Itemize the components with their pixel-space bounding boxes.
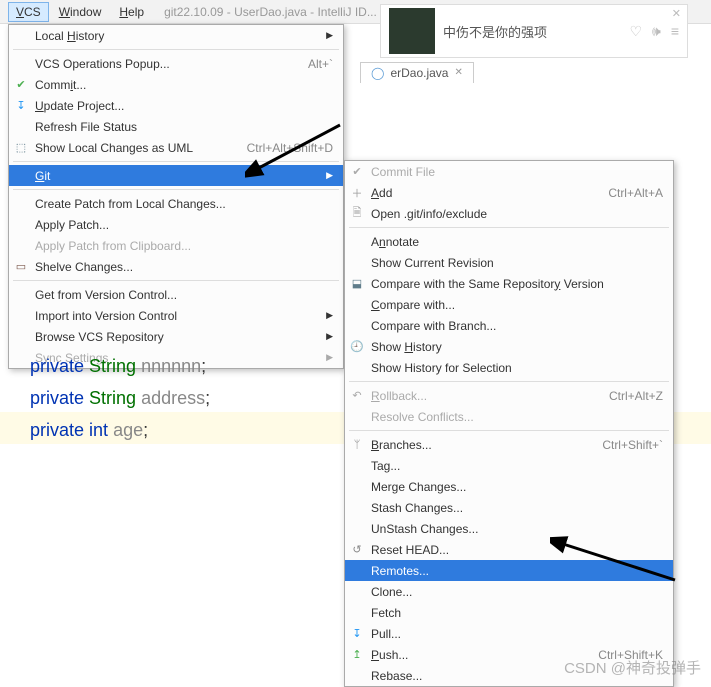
reset-icon: ↺ (349, 543, 365, 556)
separator (13, 161, 339, 162)
like-icon[interactable]: ♡ (629, 23, 642, 40)
menu-add[interactable]: ＋AddAddCtrl+Alt+A (345, 182, 673, 203)
menu-clone[interactable]: Clone... (345, 581, 673, 602)
tab-userdao[interactable]: ◯ erDao.java ✕ (360, 62, 474, 83)
check-icon: ✔ (349, 165, 365, 178)
close-tab-icon[interactable]: ✕ (454, 67, 462, 78)
menu-vcs[interactable]: VVCSCS (8, 2, 49, 22)
menu-show-uml[interactable]: ⬚Show Local Changes as UMLCtrl+Alt+Shift… (9, 137, 343, 158)
java-file-icon: ◯ (371, 66, 384, 80)
volume-icon[interactable]: 🕪 (652, 23, 661, 40)
submenu-arrow-icon: ▶ (302, 170, 333, 181)
clock-icon: 🕘 (349, 340, 365, 353)
menu-shelve[interactable]: ▭Shelve Changes... (9, 256, 343, 277)
window-title: git22.10.09 - UserDao.java - IntelliJ ID… (164, 5, 377, 19)
branch-icon: ᛘ (349, 439, 365, 451)
menu-unstash[interactable]: UnStash Changes... (345, 518, 673, 539)
uml-icon: ⬚ (13, 141, 29, 154)
separator (349, 430, 669, 431)
menu-pull[interactable]: ↧Pull... (345, 623, 673, 644)
close-icon[interactable]: ✕ (672, 7, 681, 20)
separator (349, 227, 669, 228)
menu-create-patch[interactable]: Create Patch from Local Changes... (9, 193, 343, 214)
rollback-icon: ↶ (349, 389, 365, 402)
playlist-icon[interactable]: ≡ (671, 23, 679, 39)
album-art (389, 8, 435, 54)
menu-compare-same[interactable]: ⬓Compare with the Same Repository Versio… (345, 273, 673, 294)
menu-show-history[interactable]: 🕘Show HistoryShow History (345, 336, 673, 357)
code-line: private String address; (30, 382, 210, 414)
file-icon: 🗎 (349, 204, 365, 223)
track-title: 中伤不是你的强项 (443, 22, 621, 41)
menu-commit[interactable]: ✔Commit...Commit... (9, 74, 343, 95)
submenu-arrow-icon: ▶ (302, 331, 333, 342)
shelve-icon: ▭ (13, 260, 29, 273)
menu-refresh-status[interactable]: Refresh File Status (9, 116, 343, 137)
menu-show-revision[interactable]: Show Current Revision (345, 252, 673, 273)
diff-icon: ⬓ (349, 277, 365, 290)
git-submenu: ✔Commit File ＋AddAddCtrl+Alt+A 🗎Open .gi… (344, 160, 674, 687)
update-icon: ↧ (13, 99, 29, 112)
menu-tag[interactable]: Tag... (345, 455, 673, 476)
menu-apply-patch[interactable]: Apply Patch... (9, 214, 343, 235)
menu-compare-branch[interactable]: Compare with Branch... (345, 315, 673, 336)
menu-open-exclude[interactable]: 🗎Open .git/info/exclude (345, 203, 673, 224)
menu-git[interactable]: GitGit▶ (9, 165, 343, 186)
menu-show-history-sel[interactable]: Show History for Selection (345, 357, 673, 378)
submenu-arrow-icon: ▶ (302, 310, 333, 321)
separator (13, 49, 339, 50)
music-popup: 中伤不是你的强项 ♡ 🕪 ≡ ✕ (380, 4, 688, 58)
vcs-menu: Local HistoryLocal History▶ VCS Operatio… (8, 24, 344, 369)
menu-stash[interactable]: Stash Changes... (345, 497, 673, 518)
menu-import-vc[interactable]: Import into Version Control▶ (9, 305, 343, 326)
menu-browse-repo[interactable]: Browse VCS Repository▶ (9, 326, 343, 347)
menu-merge[interactable]: Merge Changes... (345, 476, 673, 497)
editor-code[interactable]: private String nnnnnn; private String ad… (30, 350, 210, 446)
code-line: private String nnnnnn; (30, 350, 210, 382)
menu-update-project[interactable]: ↧Update Project...Update Project... (9, 95, 343, 116)
menu-commit-file: ✔Commit File (345, 161, 673, 182)
code-line: private int age; (30, 414, 210, 446)
push-icon: ↥ (349, 648, 365, 661)
watermark: CSDN @神奇投弹手 (564, 657, 701, 678)
menu-remotes[interactable]: Remotes... (345, 560, 673, 581)
pull-icon: ↧ (349, 627, 365, 640)
check-icon: ✔ (13, 78, 29, 91)
menu-compare-with[interactable]: Compare with...Compare with... (345, 294, 673, 315)
menu-annotate[interactable]: AnnotateAnnotate (345, 231, 673, 252)
menu-window[interactable]: WindowWindow (51, 2, 110, 22)
separator (13, 280, 339, 281)
menu-reset-head[interactable]: ↺Reset HEAD... (345, 539, 673, 560)
menu-branches[interactable]: ᛘBranches...Branches...Ctrl+Shift+` (345, 434, 673, 455)
separator (13, 189, 339, 190)
menu-local-history[interactable]: Local HistoryLocal History▶ (9, 25, 343, 46)
menu-fetch[interactable]: Fetch (345, 602, 673, 623)
menu-help[interactable]: HelpHelp (111, 2, 152, 22)
submenu-arrow-icon: ▶ (302, 30, 333, 41)
separator (349, 381, 669, 382)
menu-apply-clipboard: Apply Patch from Clipboard... (9, 235, 343, 256)
menu-vcs-ops[interactable]: VCS Operations Popup...Alt+` (9, 53, 343, 74)
menu-rollback: ↶Rollback...Rollback...Ctrl+Alt+Z (345, 385, 673, 406)
menu-get-vc[interactable]: Get from Version Control... (9, 284, 343, 305)
editor-tabs: ◯ erDao.java ✕ (360, 60, 474, 84)
menu-resolve: Resolve Conflicts... (345, 406, 673, 427)
submenu-arrow-icon: ▶ (302, 352, 333, 363)
plus-icon: ＋ (349, 185, 365, 201)
